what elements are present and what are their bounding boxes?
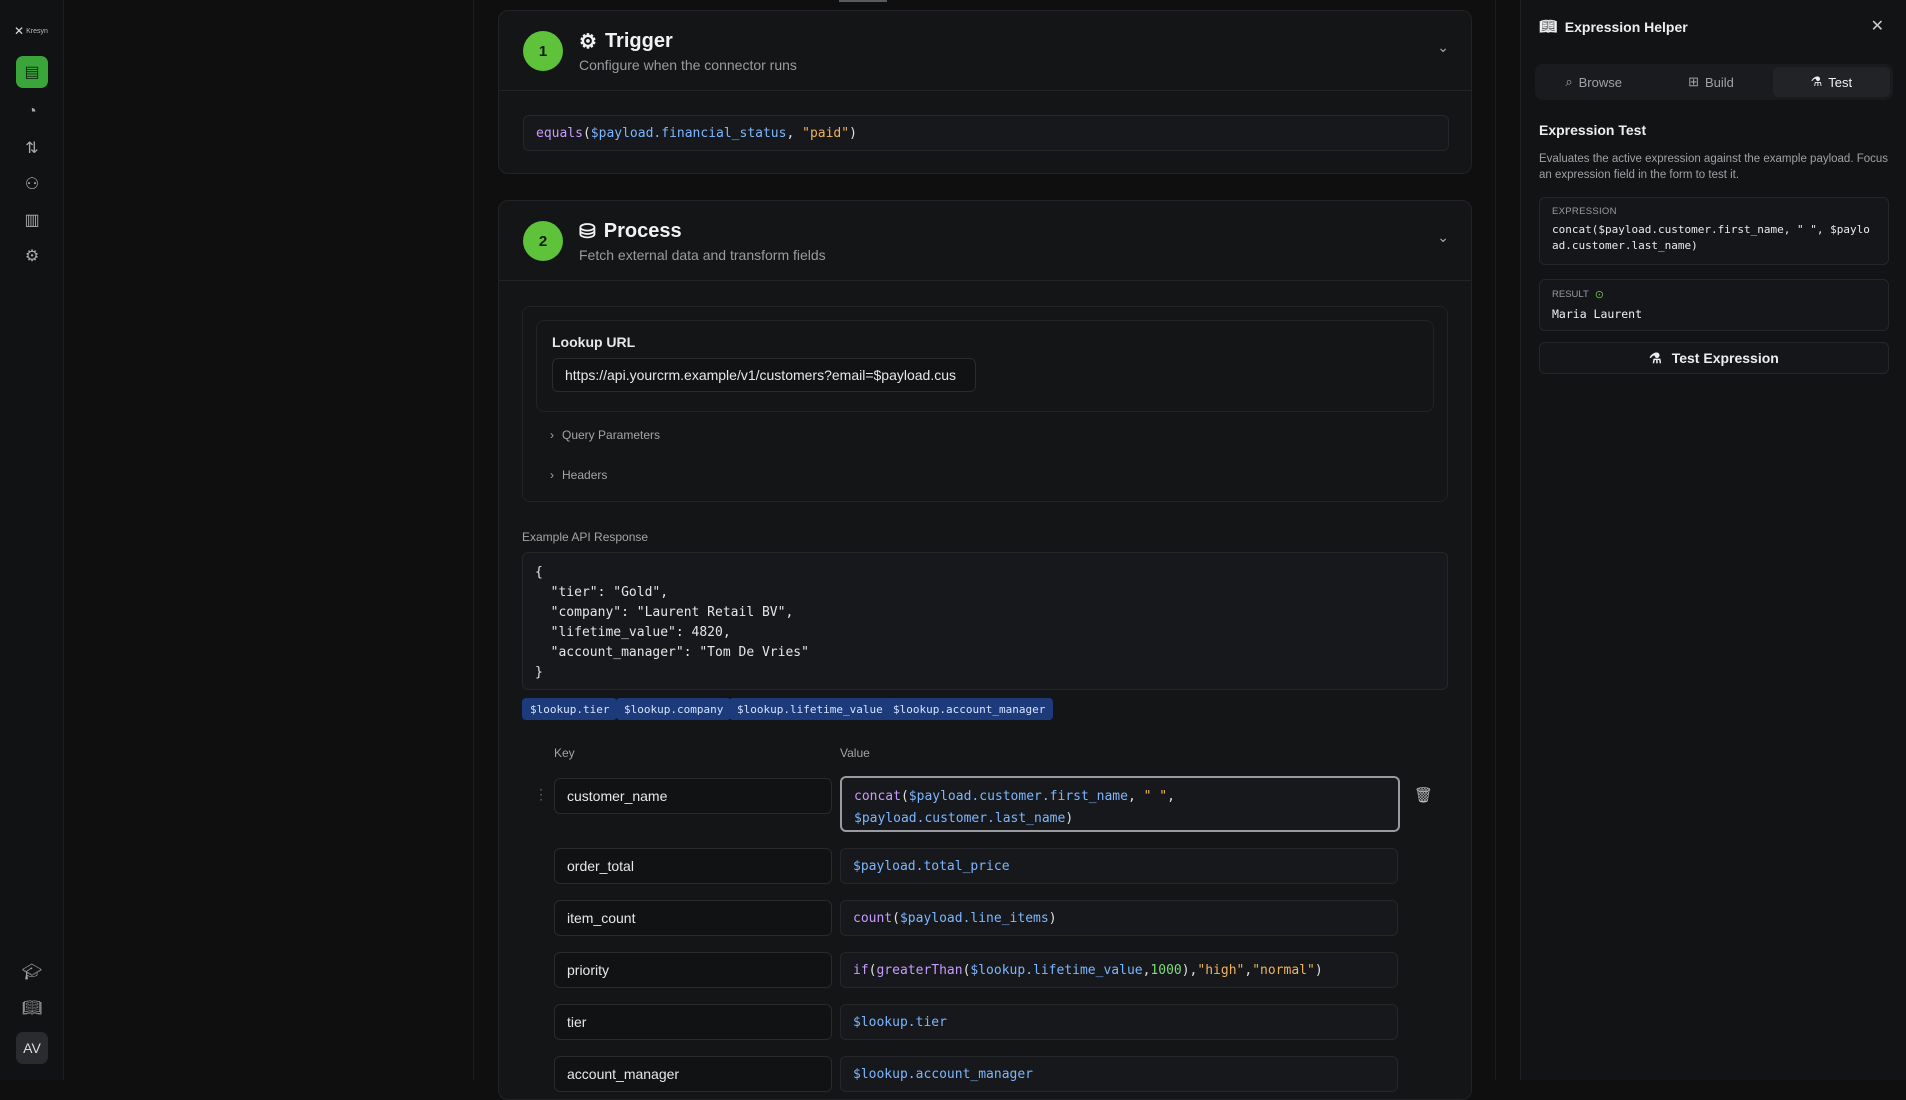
logo-mark-icon: ✕	[14, 24, 25, 38]
headers-toggle[interactable]: › Headers	[550, 468, 607, 482]
expression-box: EXPRESSION concat($payload.customer.firs…	[1539, 197, 1889, 265]
value-expression-field[interactable]: $payload.total_price	[840, 848, 1398, 884]
key-field[interactable]: item_count	[554, 900, 832, 936]
value-expression-field[interactable]: concat($payload.customer.first_name, " "…	[840, 776, 1400, 832]
flask-icon: ⚗	[1649, 349, 1662, 366]
trash-icon[interactable]: 🗑︎	[1414, 786, 1433, 804]
nav-analytics-icon[interactable]: ◔	[16, 96, 48, 128]
step-badge: 1	[523, 31, 563, 71]
result-value: Maria Laurent	[1552, 307, 1643, 321]
expression-label: EXPRESSION	[1552, 206, 1617, 217]
close-icon[interactable]: ✕	[1871, 16, 1884, 36]
left-rail: ✕ Kresyn ▤ ◔ ⇅ ⚇ ▥ ⚙ 🎓︎ 📖︎ AV	[0, 0, 64, 1080]
step-badge: 2	[523, 221, 563, 261]
trigger-card: 1 ⚙ Trigger Configure when the connector …	[498, 10, 1472, 174]
result-box: RESULT ⊙ Maria Laurent	[1539, 279, 1889, 331]
key-field[interactable]: account_manager	[554, 1056, 832, 1092]
flask-icon: ⚗	[1810, 74, 1823, 89]
value-column-header: Value	[840, 746, 870, 760]
center-divider-left	[473, 0, 474, 1080]
key-field[interactable]: order_total	[554, 848, 832, 884]
variable-chip[interactable]: $lookup.account_manager	[885, 698, 1054, 720]
nav-clipboard-icon[interactable]: ▥	[16, 204, 48, 236]
center-divider-right	[1495, 0, 1496, 1080]
nav-connectors-icon[interactable]: ▤	[16, 56, 48, 88]
scroll-indicator	[839, 0, 887, 2]
result-label: RESULT	[1552, 289, 1589, 300]
variable-chip[interactable]: $lookup.lifetime_value	[729, 698, 891, 720]
tab-test[interactable]: ⚗ Test	[1772, 67, 1890, 97]
nav-settings-icon[interactable]: ⚙	[16, 240, 48, 272]
chevron-right-icon: ›	[550, 468, 554, 482]
example-response-textarea[interactable]: { "tier": "Gold", "company": "Laurent Re…	[522, 552, 1448, 690]
query-parameters-toggle[interactable]: › Query Parameters	[550, 428, 660, 442]
variable-chip[interactable]: $lookup.company	[616, 698, 732, 720]
chevron-down-icon[interactable]: ⌄	[1437, 39, 1449, 56]
lookup-url-label: Lookup URL	[552, 334, 636, 350]
book-icon: 📖︎	[1539, 18, 1557, 34]
nav-learn-icon[interactable]: 🎓︎	[16, 956, 48, 988]
nav-flows-icon[interactable]: ⇅	[16, 132, 48, 164]
lookup-url-input[interactable]: https://api.yourcrm.example/v1/customers…	[552, 358, 976, 392]
value-expression-field[interactable]: count($payload.line_items)	[840, 900, 1398, 936]
helper-tabs: ⌕ Browse ⊞ Build ⚗ Test	[1535, 64, 1893, 100]
panel-header: 📖︎ Expression Helper	[1539, 18, 1688, 35]
process-header[interactable]: 2 ⛁ Process Fetch external data and trans…	[499, 201, 1471, 281]
value-expression-field[interactable]: if(greaterThan($lookup.lifetime_value, 1…	[840, 952, 1398, 988]
value-expression-field[interactable]: $lookup.account_manager	[840, 1056, 1398, 1092]
database-icon: ⛁	[579, 221, 596, 243]
process-title: ⛁ Process	[579, 220, 682, 243]
nav-users-icon[interactable]: ⚇	[16, 168, 48, 200]
gear-icon: ⚙	[579, 31, 597, 53]
section-title: Expression Test	[1539, 122, 1647, 138]
trigger-header[interactable]: 1 ⚙ Trigger Configure when the connector …	[499, 11, 1471, 91]
trigger-subtitle: Configure when the connector runs	[579, 57, 797, 73]
example-response-label: Example API Response	[522, 530, 649, 544]
chevron-right-icon: ›	[550, 428, 554, 442]
trigger-title: ⚙ Trigger	[579, 30, 673, 53]
tab-browse[interactable]: ⌕ Browse	[1535, 64, 1652, 100]
value-expression-field[interactable]: $lookup.tier	[840, 1004, 1398, 1040]
test-expression-button[interactable]: ⚗ Test Expression	[1539, 342, 1889, 374]
trigger-expression-field[interactable]: equals($payload.financial_status, "paid"…	[523, 115, 1449, 151]
key-column-header: Key	[554, 746, 575, 760]
expression-value: concat($payload.customer.first_name, " "…	[1552, 223, 1870, 252]
avatar[interactable]: AV	[16, 1032, 48, 1064]
tab-build[interactable]: ⊞ Build	[1652, 64, 1769, 100]
browse-icon: ⌕	[1565, 74, 1573, 89]
process-subtitle: Fetch external data and transform fields	[579, 247, 826, 263]
key-field[interactable]: tier	[554, 1004, 832, 1040]
variable-chip[interactable]: $lookup.tier	[522, 698, 618, 720]
expression-helper-panel: 📖︎ Expression Helper ✕ ⌕ Browse ⊞ Build ⚗ Te…	[1520, 0, 1906, 1080]
nav-docs-icon[interactable]: 📖︎	[16, 992, 48, 1024]
chevron-down-icon[interactable]: ⌄	[1437, 229, 1449, 246]
key-field[interactable]: priority	[554, 952, 832, 988]
section-description: Evaluates the active expression against …	[1539, 153, 1889, 181]
build-icon: ⊞	[1688, 74, 1699, 89]
key-field[interactable]: customer_name	[554, 778, 832, 814]
check-circle-icon: ⊙	[1594, 289, 1604, 301]
app-logo[interactable]: ✕ Kresyn	[14, 24, 48, 38]
